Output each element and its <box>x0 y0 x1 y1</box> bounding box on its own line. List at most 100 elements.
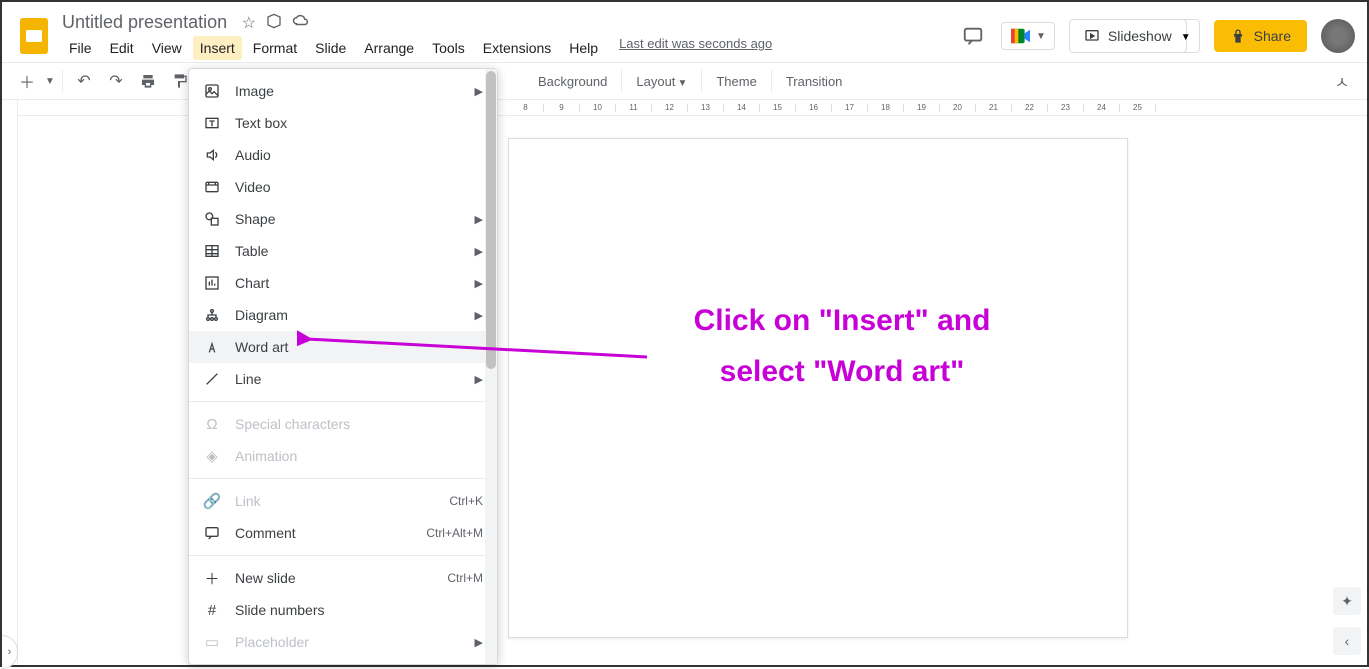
placeholder-icon: ▭ <box>203 633 221 651</box>
menu-item-label: Comment <box>235 525 412 541</box>
ruler-tick: 22 <box>1012 104 1048 112</box>
ruler-tick: 11 <box>616 104 652 112</box>
document-title[interactable]: Untitled presentation <box>62 12 227 33</box>
menu-item-label: Shape <box>235 211 461 227</box>
chevron-down-icon: ▼ <box>1036 31 1046 42</box>
menu-item-line[interactable]: Line ▶ <box>189 363 497 395</box>
menu-edit[interactable]: Edit <box>103 36 141 60</box>
special-icon: Ω <box>203 415 221 433</box>
ruler-tick: 12 <box>652 104 688 112</box>
menu-item-label: Line <box>235 371 461 387</box>
menu-item-label: Image <box>235 83 461 99</box>
menu-item-chart[interactable]: Chart▶ <box>189 267 497 299</box>
slides-logo[interactable] <box>14 16 54 56</box>
ruler-tick: 19 <box>904 104 940 112</box>
ruler-tick: 10 <box>580 104 616 112</box>
submenu-arrow-icon: ▶ <box>475 277 483 290</box>
video-icon <box>203 178 221 196</box>
menu-item-link: 🔗LinkCtrl+K <box>189 485 497 517</box>
menu-item-text-box[interactable]: Text box <box>189 107 497 139</box>
ruler-tick: 21 <box>976 104 1012 112</box>
side-panel-toggle[interactable]: ‹ <box>1333 627 1361 655</box>
shape-icon <box>203 210 221 228</box>
textbox-icon <box>203 114 221 132</box>
print-button[interactable] <box>133 66 163 96</box>
last-edit-link[interactable]: Last edit was seconds ago <box>619 36 772 60</box>
shortcut-label: Ctrl+M <box>447 571 483 585</box>
menu-item-special-characters: Ω Special characters <box>189 408 497 440</box>
menu-separator <box>189 555 497 556</box>
ruler-tick: 8 <box>508 104 544 112</box>
menu-item-new-slide[interactable]: ＋New slideCtrl+M <box>189 562 497 594</box>
menu-item-label: Text box <box>235 115 483 131</box>
undo-button[interactable]: ↶ <box>69 66 99 96</box>
diagram-icon <box>203 306 221 324</box>
transition-button[interactable]: Transition <box>778 74 851 89</box>
menu-item-video[interactable]: Video <box>189 171 497 203</box>
menu-view[interactable]: View <box>145 36 189 60</box>
menu-arrange[interactable]: Arrange <box>357 36 421 60</box>
ruler-tick: 16 <box>796 104 832 112</box>
menu-item-label: Link <box>235 493 435 509</box>
collapse-toolbar-icon[interactable]: ㅅ <box>1327 66 1357 96</box>
ruler-tick: 24 <box>1084 104 1120 112</box>
image-icon <box>203 82 221 100</box>
share-label: Share <box>1254 28 1291 44</box>
submenu-arrow-icon: ▶ <box>475 373 483 386</box>
menu-tools[interactable]: Tools <box>425 36 472 60</box>
menu-item-label: Special characters <box>235 416 483 432</box>
annotation-arrow <box>297 327 657 367</box>
vertical-ruler <box>2 100 18 665</box>
menu-item-comment[interactable]: Comment Ctrl+Alt+M <box>189 517 497 549</box>
star-icon[interactable]: ☆ <box>242 13 256 34</box>
redo-button[interactable]: ↷ <box>101 66 131 96</box>
background-button[interactable]: Background <box>530 74 615 89</box>
menu-item-placeholder: ▭Placeholder▶ <box>189 626 497 658</box>
explore-button[interactable]: ✦ <box>1333 587 1361 615</box>
audio-icon <box>203 146 221 164</box>
ruler-tick: 20 <box>940 104 976 112</box>
slideshow-dropdown[interactable]: ▼ <box>1173 19 1200 53</box>
menu-item-shape[interactable]: Shape▶ <box>189 203 497 235</box>
comments-history-icon[interactable] <box>959 22 987 50</box>
slidenum-icon: # <box>203 601 221 619</box>
slideshow-label: Slideshow <box>1108 28 1172 44</box>
submenu-arrow-icon: ▶ <box>475 309 483 322</box>
menu-item-table[interactable]: Table▶ <box>189 235 497 267</box>
ruler-tick: 9 <box>544 104 580 112</box>
menu-item-label: Audio <box>235 147 483 163</box>
submenu-arrow-icon: ▶ <box>475 245 483 258</box>
menu-item-audio[interactable]: Audio <box>189 139 497 171</box>
menu-extensions[interactable]: Extensions <box>476 36 558 60</box>
ruler-tick: 25 <box>1120 104 1156 112</box>
move-icon[interactable] <box>266 13 282 34</box>
menu-format[interactable]: Format <box>246 36 304 60</box>
shortcut-label: Ctrl+Alt+M <box>426 526 483 540</box>
menu-slide[interactable]: Slide <box>308 36 353 60</box>
new-slide-button[interactable]: ＋ <box>12 66 42 96</box>
ruler-tick: 14 <box>724 104 760 112</box>
ruler-tick: 17 <box>832 104 868 112</box>
cloud-status-icon[interactable] <box>292 13 310 34</box>
share-button[interactable]: Share <box>1214 20 1307 52</box>
submenu-arrow-icon: ▶ <box>475 85 483 98</box>
ruler-tick: 13 <box>688 104 724 112</box>
menu-help[interactable]: Help <box>562 36 605 60</box>
user-avatar[interactable] <box>1321 19 1355 53</box>
menu-separator <box>189 478 497 479</box>
newslide-icon: ＋ <box>203 569 221 587</box>
menu-item-label: Slide numbers <box>235 602 483 618</box>
menu-insert[interactable]: Insert <box>193 36 242 60</box>
shortcut-label: Ctrl+K <box>449 494 483 508</box>
menu-file[interactable]: File <box>62 36 99 60</box>
layout-button[interactable]: Layout▼ <box>628 74 695 89</box>
slideshow-button[interactable]: Slideshow <box>1069 19 1187 53</box>
new-slide-dropdown[interactable]: ▼ <box>44 66 56 96</box>
menu-item-label: Diagram <box>235 307 461 323</box>
wordart-icon <box>203 338 221 356</box>
theme-button[interactable]: Theme <box>708 74 764 89</box>
table-icon <box>203 242 221 260</box>
meet-button[interactable]: ▼ <box>1001 22 1055 50</box>
menu-item-image[interactable]: Image ▶ <box>189 75 497 107</box>
menu-item-slide-numbers[interactable]: # Slide numbers <box>189 594 497 626</box>
